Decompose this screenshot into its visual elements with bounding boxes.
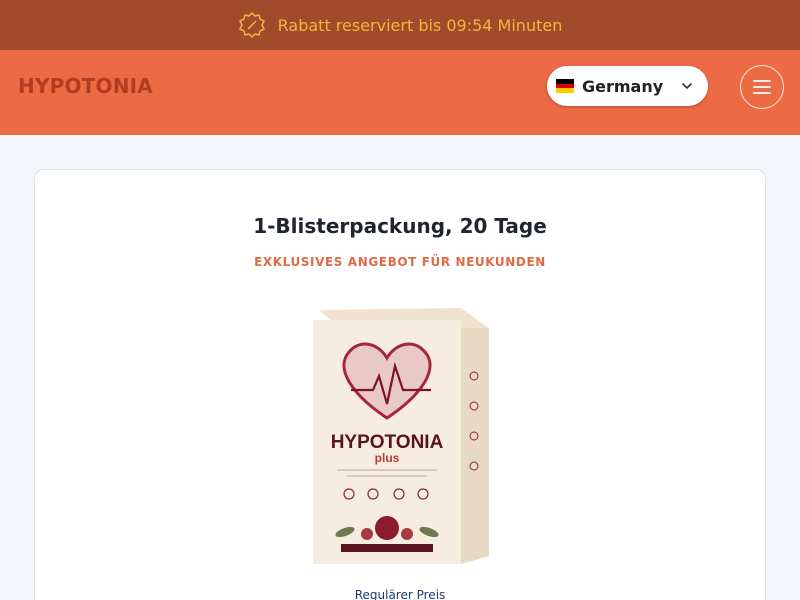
box-brand-suffix-text: plus [375, 451, 400, 465]
country-selector[interactable]: Germany [547, 66, 708, 106]
promo-text: Rabatt reserviert bis 09:54 Minuten [277, 15, 563, 35]
germany-flag-icon [556, 79, 574, 94]
product-box-image: HYPOTONIA plus [313, 308, 489, 564]
chevron-down-icon [682, 83, 692, 89]
country-label: Germany [582, 76, 664, 96]
hamburger-menu-icon [753, 80, 771, 94]
box-brand-text: HYPOTONIA [331, 432, 444, 453]
discount-badge-icon [238, 12, 265, 38]
offer-title: 1-Blisterpackung, 20 Tage [253, 214, 547, 238]
offer-card[interactable]: 1-Blisterpackung, 20 Tage EXKLUSIVES ANG… [34, 169, 766, 600]
regular-price-label: Regulärer Preis [354, 588, 446, 600]
site-logo[interactable]: HYPOTONIA [18, 74, 153, 98]
site-header: HYPOTONIA Germany [0, 50, 800, 135]
menu-button[interactable] [740, 65, 784, 109]
offer-subtitle: EXKLUSIVES ANGEBOT FÜR NEUKUNDEN [254, 255, 546, 269]
promo-bar: Rabatt reserviert bis 09:54 Minuten [0, 0, 800, 50]
